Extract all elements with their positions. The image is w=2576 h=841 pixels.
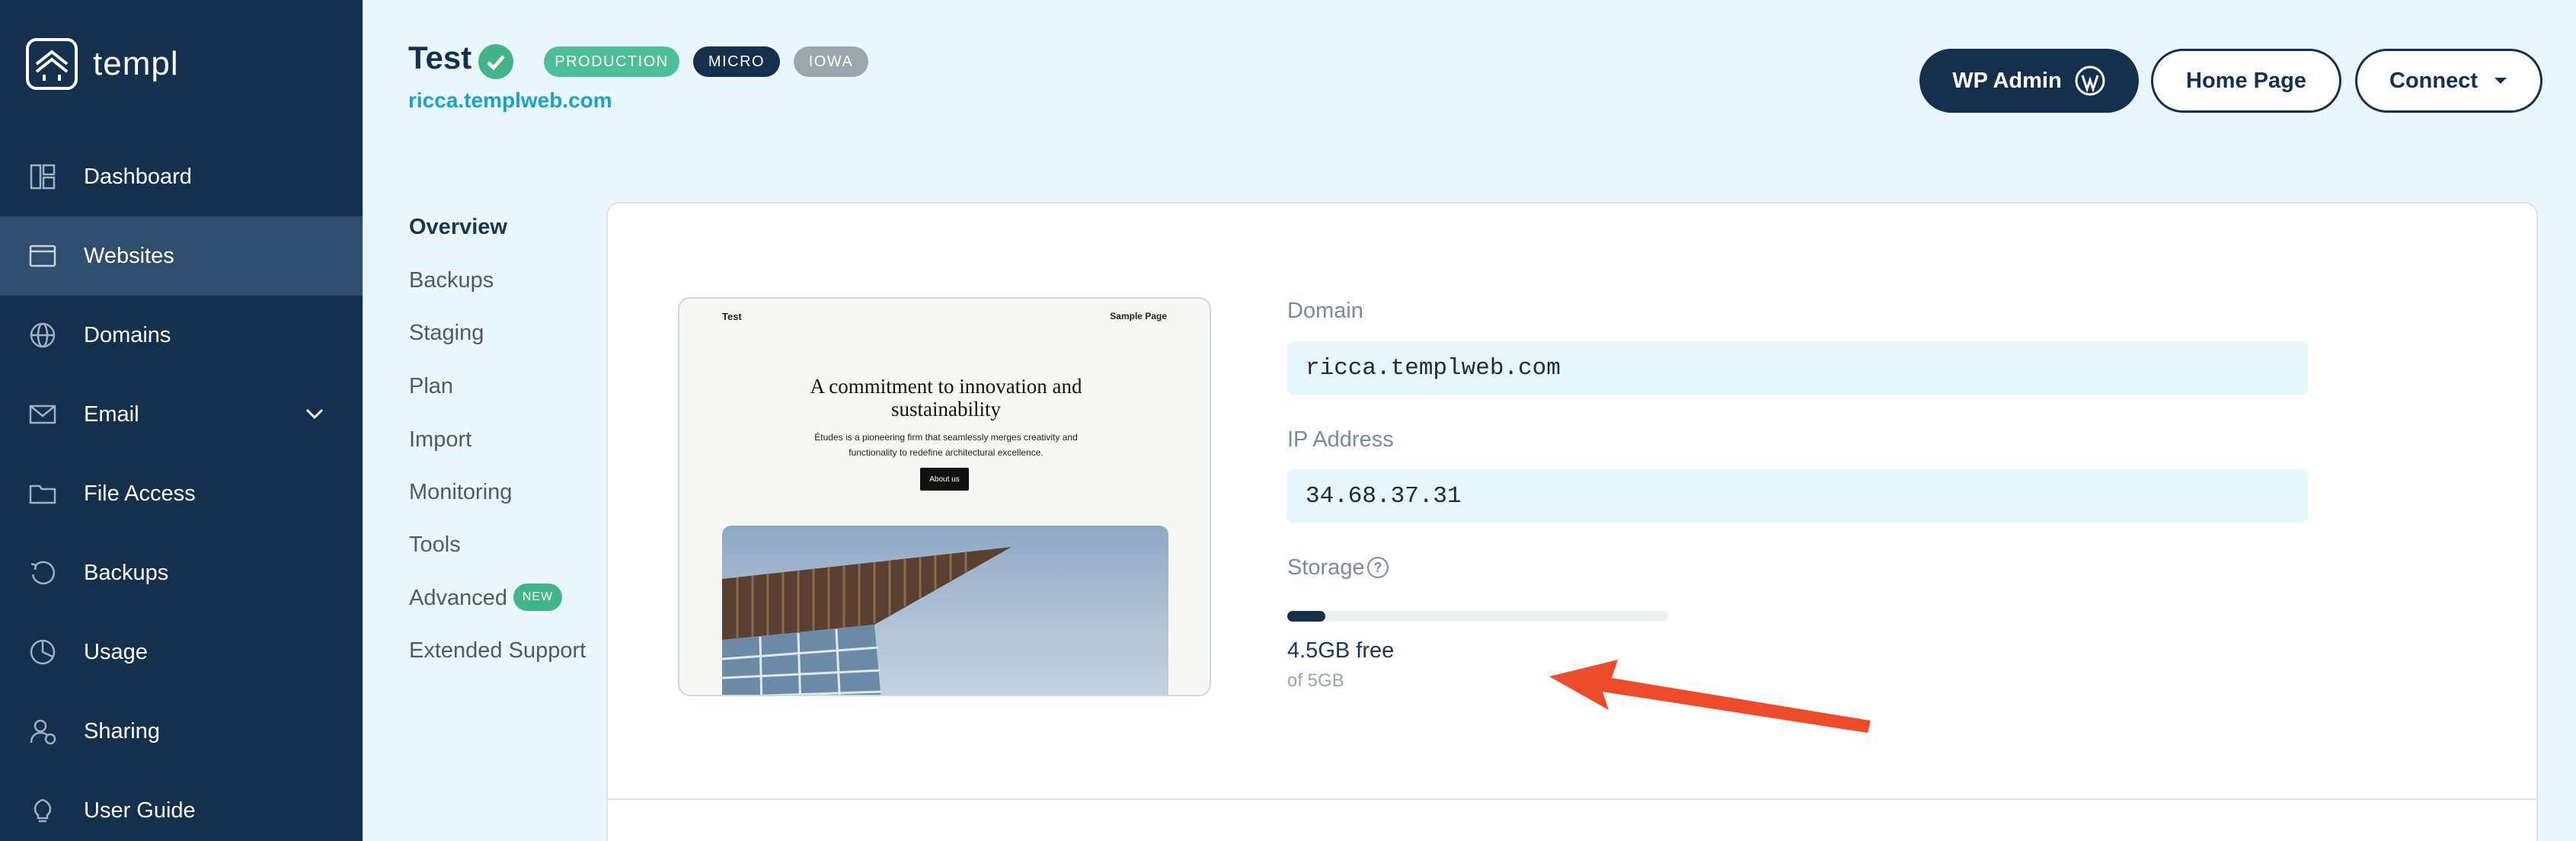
storage-label: Storage xyxy=(1287,555,1365,580)
preview-heading-text: A commitment to innovation and sustainab… xyxy=(810,375,1082,420)
subnav-backups[interactable]: Backups xyxy=(409,268,494,293)
connect-label: Connect xyxy=(2389,68,2478,93)
app-logo[interactable]: templ xyxy=(26,38,179,90)
user-share-icon xyxy=(27,716,58,747)
badge-iowa: IOWA xyxy=(794,46,868,77)
sidebar-item-file-access[interactable]: File Access xyxy=(0,454,363,533)
subnav-tools[interactable]: Tools xyxy=(409,532,461,558)
chevron-down-icon[interactable] xyxy=(302,401,328,427)
check-circle-icon xyxy=(478,44,513,79)
site-preview-thumbnail[interactable]: Test Sample Page A commitment to innovat… xyxy=(678,297,1211,696)
sidebar-item-label: Usage xyxy=(84,639,148,664)
sidebar-item-label: Dashboard xyxy=(84,164,192,189)
connect-dropdown-button[interactable]: Connect xyxy=(2355,49,2542,113)
sidebar-item-websites[interactable]: Websites xyxy=(0,216,363,296)
sidebar-item-label: Backups xyxy=(84,560,169,585)
preview-site-title: Test xyxy=(722,311,742,322)
subnav-staging[interactable]: Staging xyxy=(409,321,484,346)
backup-icon xyxy=(27,558,58,588)
pie-chart-icon xyxy=(27,637,58,667)
subnav-extended-support[interactable]: Extended Support xyxy=(409,638,586,664)
badge-micro: MICRO xyxy=(693,46,780,77)
storage-progress-fill xyxy=(1287,611,1325,622)
sidebar-item-label: Email xyxy=(84,401,139,427)
sidebar-item-label: User Guide xyxy=(84,798,196,823)
sidebar-item-usage[interactable]: Usage xyxy=(0,612,363,692)
lightbulb-icon xyxy=(27,795,58,826)
subnav-import[interactable]: Import xyxy=(409,427,471,452)
globe-icon xyxy=(27,320,58,350)
domain-field[interactable]: ricca.templweb.com xyxy=(1287,341,2308,395)
sidebar-item-user-guide[interactable]: User Guide xyxy=(0,771,363,841)
storage-progress-bar xyxy=(1287,611,1668,622)
home-page-button[interactable]: Home Page xyxy=(2151,49,2341,113)
wp-admin-button[interactable]: WP Admin xyxy=(1919,49,2139,113)
sidebar: templ Dashboard Websites Domains Email F… xyxy=(0,0,363,841)
sidebar-item-backups[interactable]: Backups xyxy=(0,533,363,612)
card-divider xyxy=(608,798,2536,800)
caret-down-icon xyxy=(2495,78,2507,84)
app-name: templ xyxy=(93,45,179,82)
site-title: Test xyxy=(408,40,472,75)
storage-total-text: of 5GB xyxy=(1287,670,1344,691)
sidebar-item-label: Websites xyxy=(84,243,174,268)
preview-nav-link: Sample Page xyxy=(1110,311,1167,321)
sidebar-item-dashboard[interactable]: Dashboard xyxy=(0,137,363,216)
browser-window-icon xyxy=(27,241,58,271)
dashboard-icon xyxy=(27,161,58,192)
sidebar-item-label: Domains xyxy=(84,322,171,347)
templ-logo-icon xyxy=(26,38,78,90)
sidebar-item-label: Sharing xyxy=(84,718,160,743)
wordpress-icon xyxy=(2075,66,2105,96)
envelope-icon xyxy=(27,399,58,430)
sidebar-item-sharing[interactable]: Sharing xyxy=(0,692,363,771)
domain-label: Domain xyxy=(1287,299,1363,323)
badge-production: PRODUCTION xyxy=(544,46,679,77)
ip-address-label: IP Address xyxy=(1287,427,1394,452)
folder-icon xyxy=(27,478,58,509)
site-subdomain-link[interactable]: ricca.templweb.com xyxy=(408,88,612,113)
subnav-overview[interactable]: Overview xyxy=(409,215,507,240)
new-badge: NEW xyxy=(513,584,562,611)
storage-free-text: 4.5GB free xyxy=(1287,638,1395,663)
preview-about-button: About us xyxy=(920,468,969,491)
ip-address-field[interactable]: 34.68.37.31 xyxy=(1287,469,2308,523)
preview-heading: A commitment to innovation and sustainab… xyxy=(679,375,1210,420)
subnav-monitoring[interactable]: Monitoring xyxy=(409,480,512,505)
help-icon[interactable]: ? xyxy=(1367,557,1389,578)
preview-body-text: Études is a pioneering firm that seamles… xyxy=(814,432,1078,458)
wp-admin-label: WP Admin xyxy=(1952,68,2062,93)
sidebar-item-label: File Access xyxy=(84,481,196,506)
subnav-plan[interactable]: Plan xyxy=(409,374,453,399)
sidebar-item-email[interactable]: Email xyxy=(0,375,363,454)
sidebar-item-domains[interactable]: Domains xyxy=(0,296,363,375)
subnav-advanced[interactable]: Advanced xyxy=(409,586,507,611)
preview-building-image xyxy=(722,526,1168,695)
preview-body: Études is a pioneering firm that seamles… xyxy=(679,430,1210,460)
